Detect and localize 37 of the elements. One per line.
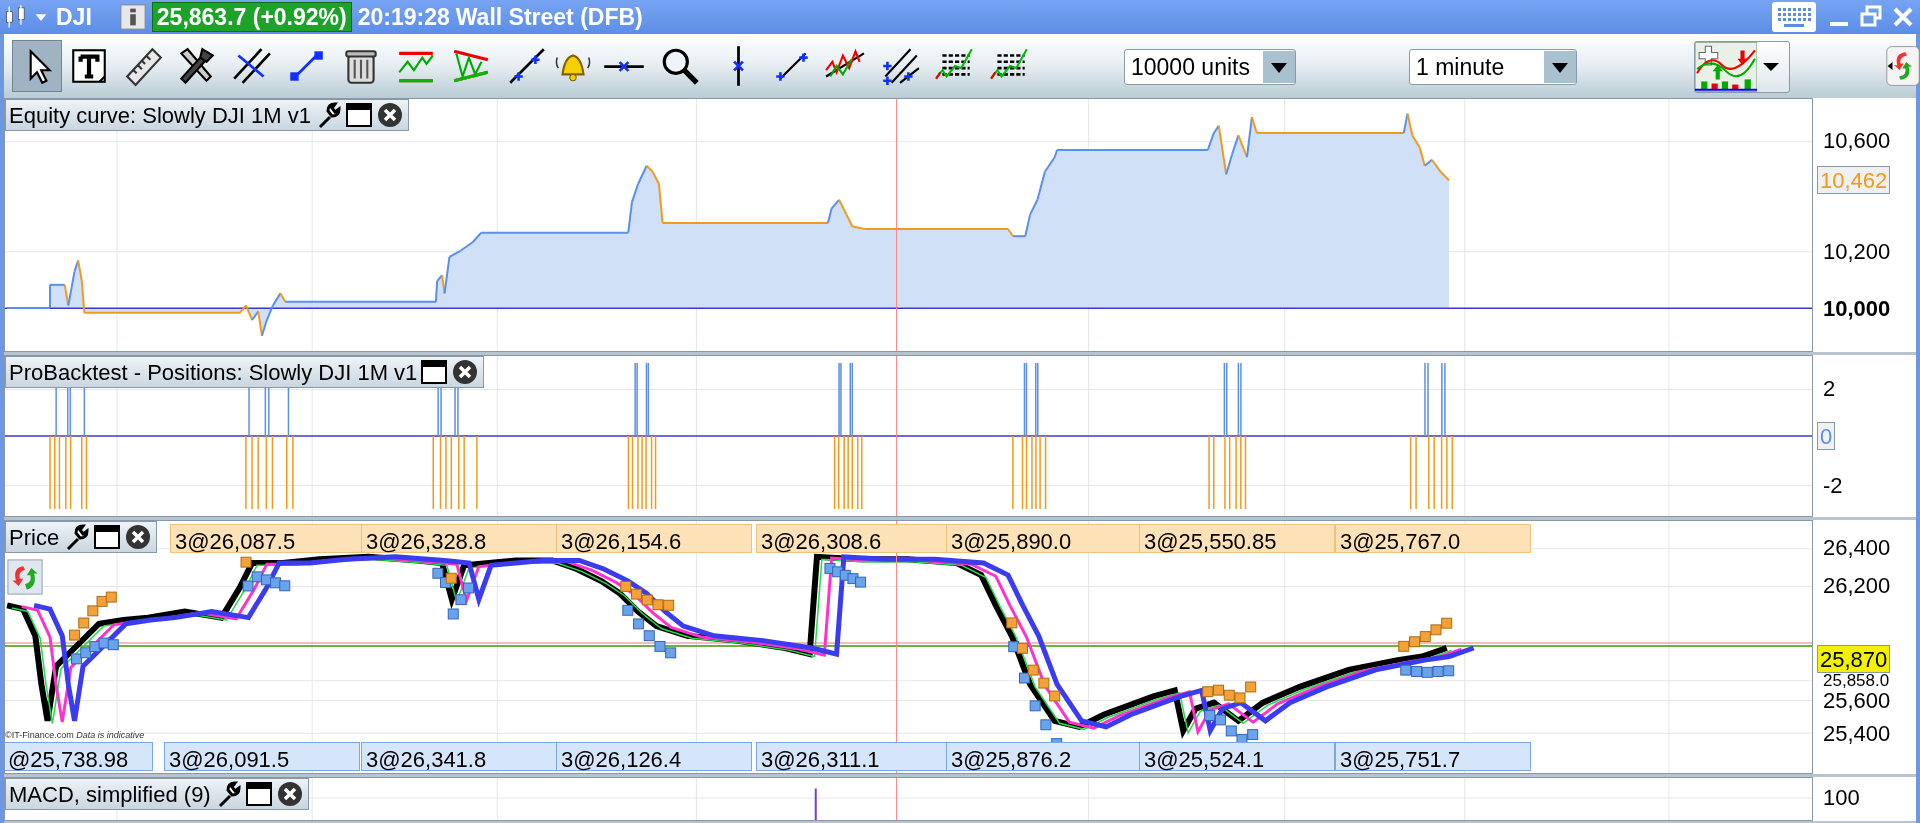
last-value-badge: 25,870: [1817, 645, 1891, 673]
axis-label: 25,600: [1823, 690, 1891, 712]
axis-label: 10,000: [1823, 298, 1891, 320]
buy-order-tag: 3@26,091.5: [164, 742, 360, 771]
buy-order-tag: 3@26,126.4: [556, 742, 752, 771]
panel-title: MACD, simplified (9): [9, 780, 211, 809]
panel-title: Equity curve: Slowly DJI 1M v1: [9, 101, 311, 130]
axis-label: 100: [1823, 787, 1860, 809]
disclaimer-text: ©IT-Finance.com Data is indicative: [5, 730, 145, 740]
panel-title: Price: [9, 523, 60, 552]
clock-time: 20:19:28: [357, 2, 450, 32]
timeframe-dropdown[interactable]: 1 minute: [1409, 49, 1577, 85]
sell-order-tag: 3@25,767.0: [1335, 524, 1531, 553]
axis-label: 25,858.0: [1823, 672, 1890, 689]
quantity-dropdown[interactable]: 10000 units: [1124, 49, 1296, 85]
buy-order-tag: 3@26,341.8: [361, 742, 557, 771]
buy-order-tag: 3@25,876.2: [946, 742, 1142, 771]
axis-label: 10,200: [1823, 241, 1891, 263]
buy-order-tag: 3@25,524.1: [1139, 742, 1335, 771]
axis-label: 25,400: [1823, 723, 1891, 745]
axis-label: 2: [1823, 378, 1836, 400]
panel-title: ProBacktest - Positions: Slowly DJI 1M v1: [9, 358, 418, 387]
instrument-name: DJI: [56, 2, 92, 32]
sell-order-tag: 3@25,890.0: [946, 524, 1142, 553]
last-value-badge: 10,462: [1817, 166, 1891, 194]
sell-order-tag: 3@26,328.8: [361, 524, 557, 553]
market-name: Wall Street (DFB): [455, 2, 643, 32]
buy-order-tag: 3@25,751.7: [1335, 742, 1531, 771]
axis-label: 26,400: [1823, 537, 1891, 559]
sell-order-tag: 3@26,154.6: [556, 524, 752, 553]
last-value-badge: 0: [1817, 422, 1836, 450]
sell-order-tag: 3@25,550.85: [1139, 524, 1335, 553]
price-change-badge: 25,863.7 (+0.92%): [151, 2, 352, 32]
axis-label: -2: [1823, 475, 1843, 497]
axis-label: 10,600: [1823, 130, 1891, 152]
buy-order-tag: @25,738.98: [5, 742, 153, 771]
axis-label: 26,200: [1823, 575, 1891, 597]
